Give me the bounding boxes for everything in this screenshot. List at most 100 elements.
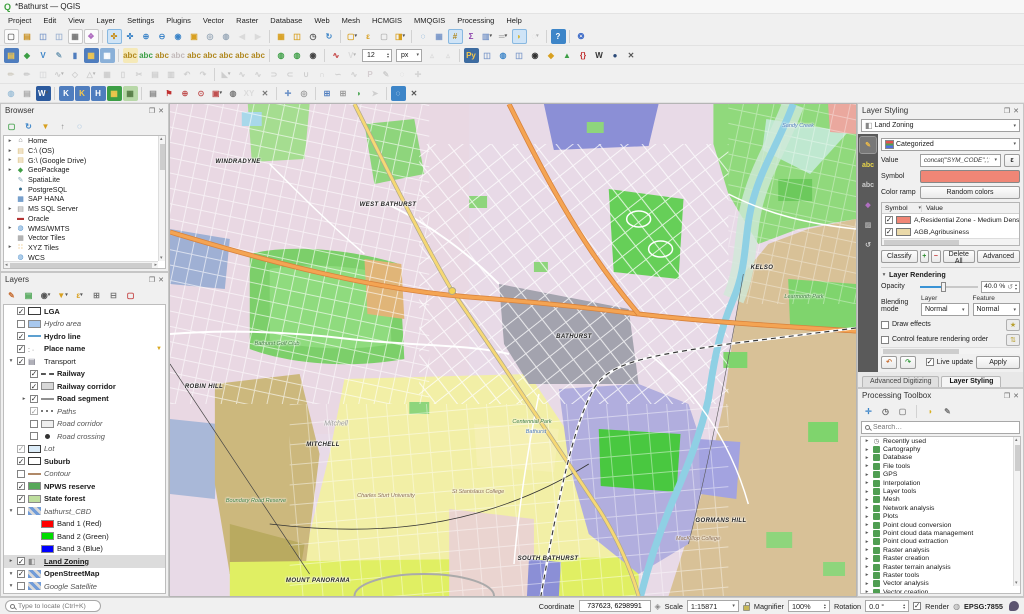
style-manager[interactable]: ❖ bbox=[84, 29, 99, 44]
toolbox-group[interactable]: ▸ Interpolation bbox=[861, 479, 1020, 487]
toolbox-search-input[interactable] bbox=[873, 424, 1016, 431]
layer-visibility-checkbox[interactable] bbox=[17, 307, 25, 315]
adv-digitize-4[interactable]: ⊂ bbox=[283, 67, 298, 82]
label-tool-extra-2[interactable]: abc bbox=[251, 48, 266, 63]
browser-item[interactable]: ✎ SpatiaLite bbox=[4, 175, 165, 185]
layer-item[interactable]: Road corridor ▼ bbox=[4, 418, 165, 431]
advanced-button[interactable]: Advanced bbox=[977, 250, 1020, 263]
kmz-export[interactable]: ◆ bbox=[544, 48, 559, 63]
layer-item[interactable]: Place name ▼ bbox=[4, 343, 165, 356]
style-tab-history[interactable]: ↺ bbox=[860, 237, 876, 253]
copy-canvas[interactable]: ▤ bbox=[146, 86, 161, 101]
select-by-expression[interactable]: ε bbox=[361, 29, 376, 44]
browser-item[interactable]: ▬ Oracle bbox=[4, 214, 165, 224]
toolbox-group[interactable]: ▸ Cartography bbox=[861, 445, 1020, 453]
osm-place-search[interactable]: ❂ bbox=[574, 29, 589, 44]
float-panel-icon[interactable]: ❐ bbox=[149, 107, 155, 115]
menu-item[interactable]: Layer bbox=[90, 15, 121, 26]
category-checkbox[interactable] bbox=[885, 216, 893, 224]
browser-item[interactable]: ▸ ▤ C:\ (OS) bbox=[4, 146, 165, 156]
vertex-marker-tool[interactable]: V bbox=[345, 48, 360, 63]
close-panel-icon[interactable]: ✕ bbox=[1013, 392, 1019, 400]
layer-item[interactable]: Band 2 (Green) ▼ bbox=[4, 530, 165, 543]
live-update-checkbox[interactable] bbox=[926, 358, 934, 366]
layer-item[interactable]: Band 1 (Red) ▼ bbox=[4, 518, 165, 531]
toolbar-icon[interactable] bbox=[54, 87, 55, 100]
opacity-slider[interactable] bbox=[920, 281, 978, 292]
new-geopackage-layer[interactable]: ◆ bbox=[20, 48, 35, 63]
raster-style-tool[interactable]: ▦ bbox=[107, 86, 122, 101]
browser-item[interactable]: ▸ ◍ WMS/WMTS bbox=[4, 223, 165, 233]
layer-item[interactable]: ▾ bathurst_CBD ▼ bbox=[4, 505, 165, 518]
wkt-badge[interactable]: W bbox=[36, 86, 51, 101]
layers-collapse-all[interactable]: ⊟ bbox=[107, 289, 120, 302]
node-tool-disabled-1[interactable]: ▵ bbox=[425, 48, 440, 63]
menu-item[interactable]: View bbox=[62, 15, 90, 26]
menu-item[interactable]: Vector bbox=[197, 15, 230, 26]
add-feature[interactable]: ◇ bbox=[68, 67, 83, 82]
layers-manage-themes[interactable]: ◉ bbox=[39, 289, 52, 302]
kmz-export-2[interactable]: K bbox=[75, 86, 90, 101]
statistics-summary[interactable]: Σ bbox=[464, 29, 479, 44]
layer-item[interactable]: Road crossing ▼ bbox=[4, 430, 165, 443]
toolbox-models[interactable]: ✛ bbox=[862, 405, 875, 418]
close-panel-icon[interactable]: ✕ bbox=[158, 107, 164, 115]
style-tab-labels[interactable]: abc bbox=[860, 157, 876, 173]
remove-category-button[interactable]: − bbox=[931, 250, 941, 263]
opacity-handle[interactable] bbox=[941, 282, 946, 292]
browser-add-selected-layer[interactable]: ▢ bbox=[5, 120, 18, 133]
magnifier-spinner[interactable]: 100%▴▾ bbox=[788, 600, 830, 612]
style-tab-diagrams[interactable]: ▨ bbox=[860, 217, 876, 233]
layer-visibility-checkbox[interactable] bbox=[17, 445, 25, 453]
browser-vscrollbar[interactable] bbox=[158, 136, 165, 261]
coordinate-input[interactable] bbox=[579, 600, 651, 612]
layers-remove[interactable]: ▢ bbox=[124, 289, 137, 302]
category-checkbox[interactable] bbox=[885, 228, 893, 236]
refresh-map[interactable]: ↻ bbox=[322, 29, 337, 44]
toolbox-group[interactable]: ▸ Vector creation bbox=[861, 588, 1020, 594]
toolbar-icon[interactable] bbox=[214, 68, 215, 81]
label-tool-extra-1[interactable]: abc bbox=[235, 48, 250, 63]
layer-visibility-checkbox[interactable] bbox=[17, 482, 25, 490]
layer-visibility-checkbox[interactable] bbox=[17, 457, 25, 465]
toolbar-icon[interactable] bbox=[324, 49, 325, 62]
layer-visibility-checkbox[interactable] bbox=[17, 470, 25, 478]
adv-digitize-3[interactable]: ⊃ bbox=[267, 67, 282, 82]
menu-item[interactable]: Plugins bbox=[160, 15, 197, 26]
invert-selection[interactable]: ◨ bbox=[393, 29, 408, 44]
menu-item[interactable]: HCMGIS bbox=[366, 15, 408, 26]
toolbox-group[interactable]: ▸ Point cloud data management bbox=[861, 529, 1020, 537]
zoom-full[interactable]: ▣ bbox=[187, 29, 202, 44]
temporal-export-2[interactable]: ◫ bbox=[512, 48, 527, 63]
data-source-manager[interactable]: ▤ bbox=[4, 48, 19, 63]
node-tool-disabled-2[interactable]: ▵ bbox=[441, 48, 456, 63]
cursor-tool[interactable]: ➤ bbox=[368, 86, 383, 101]
rotate-feature[interactable]: P bbox=[363, 67, 378, 82]
select-features[interactable]: ▢ bbox=[345, 29, 360, 44]
add-raster-layer[interactable]: ▦ bbox=[84, 48, 99, 63]
reset-icon[interactable]: ↺ bbox=[1007, 283, 1013, 291]
color-ramp-button[interactable]: Random colors bbox=[920, 186, 1020, 199]
extents-icon[interactable]: ◈ bbox=[655, 602, 661, 611]
toolbox-vscrollbar[interactable] bbox=[1013, 437, 1020, 586]
toolbox-group[interactable]: ▸ Raster analysis bbox=[861, 546, 1020, 554]
trim-extend[interactable]: ✛ bbox=[411, 67, 426, 82]
layer-visibility-checkbox[interactable] bbox=[17, 320, 25, 328]
layer-visibility-checkbox[interactable] bbox=[30, 407, 38, 415]
toolbox-edit-features-in-place[interactable]: ◗ bbox=[924, 405, 937, 418]
layer-item[interactable]: ▾ Transport ▼ bbox=[4, 355, 165, 368]
menu-item[interactable]: Processing bbox=[451, 15, 500, 26]
adv-digitize-2[interactable]: ∿ bbox=[251, 67, 266, 82]
browser-refresh[interactable]: ↻ bbox=[22, 120, 35, 133]
toolbox-group[interactable]: ▸ Layer tools bbox=[861, 487, 1020, 495]
zoom-point-alt[interactable]: ⊙ bbox=[194, 86, 209, 101]
layer-visibility-checkbox[interactable] bbox=[30, 395, 38, 403]
add-ring[interactable]: ◌ bbox=[395, 67, 410, 82]
map-canvas[interactable]: WINDRADYNEWEST BATHURSTBATHURSTKELSOROBI… bbox=[169, 103, 857, 597]
scale-select[interactable]: 1:15871▾ bbox=[687, 600, 739, 612]
opacity-value[interactable]: 40.0 % ↺ ▴▾ bbox=[981, 281, 1020, 293]
layers-filter-expression[interactable]: ε bbox=[73, 289, 86, 302]
float-panel-icon[interactable]: ❐ bbox=[149, 276, 155, 284]
layer-item[interactable]: Paths ▼ bbox=[4, 405, 165, 418]
add-postgis-layer[interactable]: ▮ bbox=[68, 48, 83, 63]
